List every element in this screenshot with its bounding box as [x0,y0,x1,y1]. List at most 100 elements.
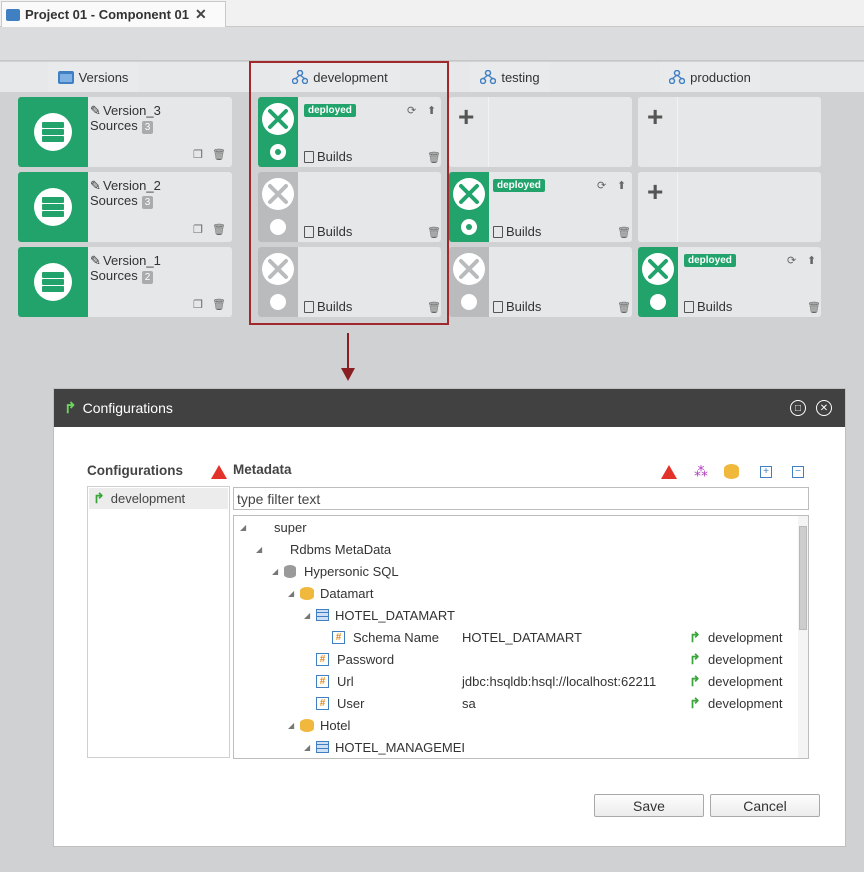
add-icon[interactable]: + [647,176,663,208]
sources-line: Sources 3 [90,118,154,134]
configurations-panel-header: Configurations [87,463,183,478]
tree-row[interactable]: # User sa ↱ development [234,692,794,714]
property-icon: # [316,652,329,666]
trash-icon[interactable]: 🗑 [212,298,226,311]
copy-icon[interactable]: ❐ [193,148,203,161]
property-icon: # [316,674,329,688]
warning-icon[interactable] [661,465,677,479]
copy-icon[interactable]: ❐ [193,223,203,236]
database-icon[interactable] [724,464,739,479]
collapse-all-icon[interactable]: − [792,466,804,478]
add-environment-card[interactable]: + [638,97,821,167]
collapse-arrow-icon[interactable]: ◢ [304,743,316,752]
builds-link[interactable]: Builds [493,299,541,314]
add-environment-card[interactable]: + [449,97,632,167]
tree-config: development [708,673,783,689]
close-dialog-icon[interactable]: ✕ [816,400,832,416]
tree-value: sa [462,695,476,711]
add-icon[interactable]: + [458,101,474,133]
builds-link[interactable]: Builds [684,299,732,314]
tree-scrollbar[interactable] [798,516,808,758]
development-highlight-box [249,61,449,325]
refresh-icon[interactable]: ⟳ [787,254,796,267]
environment-card-deployed[interactable]: deployed ⟳ ⬆ Builds 🗑 [449,172,632,242]
collapse-arrow-icon[interactable]: ◢ [304,611,316,620]
tools-icon [453,178,485,210]
environment-icon [669,70,686,84]
copy-icon[interactable]: ❐ [193,298,203,311]
tree-label: Hotel [320,717,351,733]
tree-row[interactable]: ◢ super [234,516,794,538]
tree-label: User [337,695,365,711]
expand-all-icon[interactable]: + [760,466,772,478]
tree-label: Datamart [320,585,374,601]
select-radio[interactable] [650,294,666,310]
trash-icon[interactable]: 🗑 [807,301,821,314]
collapse-arrow-icon[interactable]: ◢ [288,589,300,598]
scrollbar-thumb[interactable] [799,526,807,630]
save-button[interactable]: Save [594,794,704,817]
database-type-icon [284,564,296,578]
environment-icon [480,70,497,84]
version-title: Version_1 [103,253,161,268]
add-icon[interactable]: + [647,101,663,133]
dialog-titlebar: ↱ Configurations [54,389,845,427]
maximize-icon[interactable]: □ [790,400,806,416]
trash-icon[interactable]: 🗑 [617,301,631,314]
refresh-icon[interactable]: ⟳ [597,179,606,192]
close-tab-icon[interactable]: ✕ [195,6,207,23]
tree-row[interactable]: ◢ Datamart [234,582,794,604]
select-radio[interactable] [461,294,477,310]
environment-card[interactable]: Builds 🗑 [449,247,632,317]
tree-config: development [708,629,783,645]
metadata-tree: ◢ super ◢ Rdbms MetaData ◢ Hypersonic SQL ◢… [233,515,809,759]
version-card[interactable]: ✎ Version_3 Sources 3 ❐ 🗑 [18,97,232,167]
add-environment-card[interactable]: + [638,172,821,242]
versions-folder-icon [57,71,74,84]
tree-row[interactable]: # Password ↱ development [234,648,794,670]
tree-label: Password [337,651,395,667]
tree-row[interactable]: ◢ HOTEL_MANAGEMEI [234,736,794,758]
tree-row[interactable]: ◢ HOTEL_DATAMART [234,604,794,626]
upload-icon[interactable]: ⬆ [617,179,626,192]
tree-row[interactable]: ◢ Hotel [234,714,794,736]
select-radio[interactable] [461,219,477,235]
version-title: Version_2 [103,178,161,193]
tree-row[interactable]: ◢ Rdbms MetaData [234,538,794,560]
property-icon: # [316,696,329,710]
collapse-arrow-icon[interactable]: ◢ [240,523,252,532]
tree-row[interactable]: # Schema Name HOTEL_DATAMART ↱ development [234,626,794,648]
tree-row[interactable]: ◢ Hypersonic SQL [234,560,794,582]
deployed-badge: deployed [684,254,736,267]
dialog-title: Configurations [82,400,173,416]
tree-row[interactable]: # Url jdbc:hsqldb:hsql://localhost:62211 ↱ d… [234,670,794,692]
property-icon: # [332,630,345,644]
wizard-icon[interactable]: ⁂ [694,463,708,480]
configurations-dialog: ↱ Configurations □ ✕ Configurations Meta… [53,388,846,847]
editor-tab[interactable]: Project 01 - Component 01 ✕ [1,1,226,27]
production-column-label: production [690,69,751,85]
tree-value: HOTEL_DATAMART [462,629,582,645]
trash-icon[interactable]: 🗑 [617,226,631,239]
schema-icon [316,609,329,621]
version-card[interactable]: ✎ Version_1 Sources 2 ❐ 🗑 [18,247,232,317]
version-server-icon [18,172,88,242]
tree-label: Rdbms MetaData [290,541,392,557]
cancel-button[interactable]: Cancel [710,794,820,817]
tree-label: HOTEL_MANAGEMEI [335,739,466,755]
filter-input[interactable] [233,487,809,510]
environment-card-deployed[interactable]: deployed ⟳ ⬆ Builds 🗑 [638,247,821,317]
collapse-arrow-icon[interactable]: ◢ [256,545,268,554]
configuration-icon: ↱ [689,628,701,645]
trash-icon[interactable]: 🗑 [212,223,226,236]
sources-label: Sources [90,118,138,133]
upload-icon[interactable]: ⬆ [807,254,816,267]
version-card[interactable]: ✎ Version_2 Sources 3 ❐ 🗑 [18,172,232,242]
collapse-arrow-icon[interactable]: ◢ [272,567,284,576]
configuration-icon: ↱ [64,400,77,417]
trash-icon[interactable]: 🗑 [212,148,226,161]
configuration-item[interactable]: ↱ development [89,488,228,509]
collapse-arrow-icon[interactable]: ◢ [288,721,300,730]
builds-link[interactable]: Builds [493,224,541,239]
warning-icon [211,465,227,479]
